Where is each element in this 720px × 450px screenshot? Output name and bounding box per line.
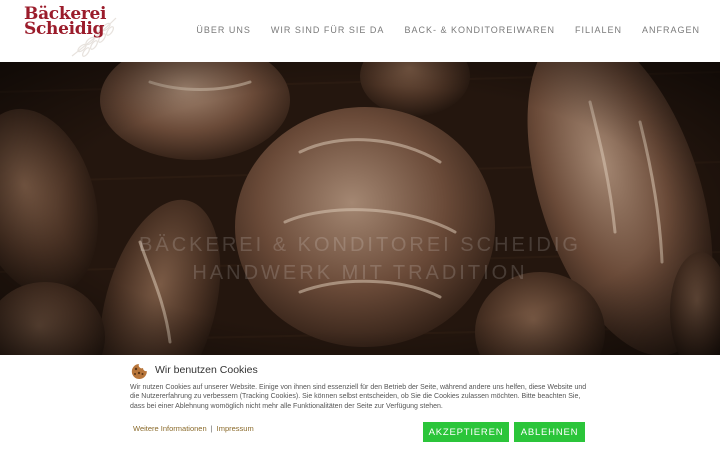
bread-photo xyxy=(0,62,720,355)
hero-headline: BÄCKEREI & KONDITOREI SCHEIDIG xyxy=(139,234,581,256)
decline-cookies-button[interactable]: ABLEHNEN xyxy=(514,422,585,442)
accept-cookies-button[interactable]: AKZEPTIEREN xyxy=(423,422,509,442)
imprint-link[interactable]: Impressum xyxy=(217,424,254,433)
nav-item-back-konditoreiwaren[interactable]: BACK- & KONDITOREIWAREN xyxy=(404,25,555,35)
nav-item-ueber-uns[interactable]: ÜBER UNS xyxy=(196,25,251,35)
cookie-icon xyxy=(131,364,147,379)
hero-banner: BÄCKEREI & KONDITOREI SCHEIDIG HANDWERK … xyxy=(0,62,720,355)
nav-item-wir-sind-fuer-sie-da[interactable]: WIR SIND FÜR SIE DA xyxy=(271,25,385,35)
brand-name-line2: Scheidig xyxy=(24,19,105,39)
more-info-link[interactable]: Weitere Informationen xyxy=(133,424,207,433)
cookie-links: Weitere Informationen | Impressum xyxy=(133,424,254,433)
cookie-description: Wir nutzen Cookies auf unserer Website. … xyxy=(130,384,587,410)
cookie-title: Wir benutzen Cookies xyxy=(155,364,258,376)
nav-item-filialen[interactable]: FILIALEN xyxy=(575,25,622,35)
link-separator: | xyxy=(210,424,213,433)
main-navigation: ÜBER UNS WIR SIND FÜR SIE DA BACK- & KON… xyxy=(176,25,700,35)
nav-item-anfragen[interactable]: ANFRAGEN xyxy=(642,25,700,35)
brand-logo[interactable]: Bäckerei Scheidig xyxy=(20,4,120,58)
cookie-banner: Wir benutzen Cookies Wir nutzen Cookies … xyxy=(0,355,720,450)
hero-subline: HANDWERK MIT TRADITION xyxy=(192,262,528,284)
site-header: Bäckerei Scheidig ÜBER UNS WIR SIND FÜR … xyxy=(0,0,720,62)
